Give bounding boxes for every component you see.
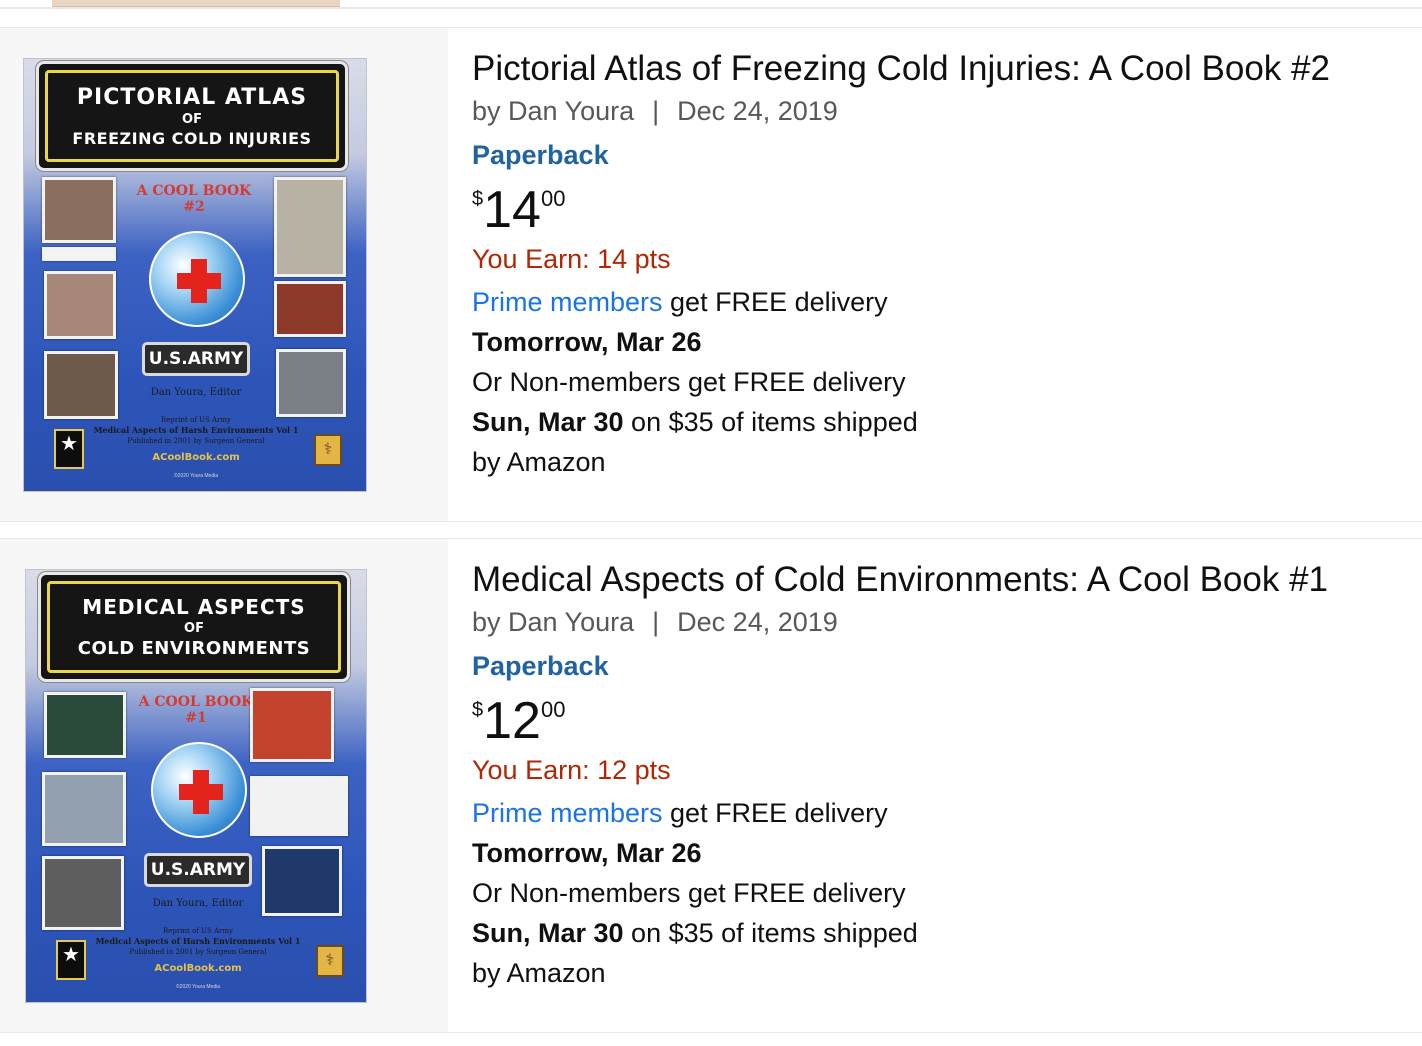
cover-series-label: A COOL BOOK #2 — [136, 183, 252, 215]
surgeon-general-crest-icon: ⚕ — [316, 945, 344, 977]
cover-photo — [44, 271, 116, 339]
cover-photo — [274, 281, 346, 337]
price-whole: 12 — [483, 692, 541, 750]
search-result: MEDICAL ASPECTS OF COLD ENVIRONMENTS A C… — [0, 538, 1422, 1033]
delivery-info: Prime members get FREE delivery Tomorrow… — [472, 793, 1422, 993]
byline: by Dan Youra | Dec 24, 2019 — [472, 605, 1422, 639]
cover-title-plate: PICTORIAL ATLAS OF FREEZING COLD INJURIE… — [36, 61, 348, 171]
result-info: Pictorial Atlas of Freezing Cold Injurie… — [448, 28, 1422, 521]
format-link-paperback[interactable]: Paperback — [472, 649, 1422, 683]
cover-photo — [44, 351, 118, 419]
cover-photo — [44, 692, 126, 758]
cover-photo — [42, 856, 124, 930]
price-whole: 14 — [483, 181, 541, 239]
cover-editor: Dan Youra, Editor — [150, 387, 242, 398]
nonmember-condition: on $35 of items shipped — [623, 407, 918, 437]
delivery-info: Prime members get FREE delivery Tomorrow… — [472, 282, 1422, 482]
army-star-icon: ★ — [56, 940, 86, 980]
nonmember-delivery-text: Or Non-members get FREE delivery — [472, 367, 906, 397]
cover-title-line: OF — [184, 621, 204, 636]
price[interactable]: $12 00 — [472, 691, 1422, 750]
price-fraction: 00 — [540, 697, 566, 722]
points-earned: You Earn: 14 pts — [472, 244, 671, 274]
cover-photo — [250, 776, 348, 836]
cover-title-line: OF — [182, 111, 202, 127]
cover-title-line: FREEZING COLD INJURIES — [72, 128, 312, 148]
prime-delivery-date: Tomorrow, Mar 26 — [472, 327, 702, 357]
cover-website: ACoolBook.com — [152, 452, 240, 463]
byline-separator: | — [652, 607, 660, 637]
globe-red-cross-icon — [149, 231, 245, 327]
price-fraction: 00 — [540, 186, 566, 211]
us-army-badge: U.S.ARMY — [144, 853, 252, 887]
cover-title-line: PICTORIAL ATLAS — [76, 84, 308, 110]
product-title-link[interactable]: Medical Aspects of Cold Environments: A … — [472, 559, 1422, 601]
cover-title-line: MEDICAL ASPECTS — [82, 595, 306, 619]
product-title-link[interactable]: Pictorial Atlas of Freezing Cold Injurie… — [472, 48, 1422, 90]
shipped-by: by Amazon — [472, 958, 606, 988]
cover-copyright: ©2020 Youra Media — [176, 984, 220, 990]
author: by Dan Youra — [472, 607, 635, 637]
cover-photo — [42, 772, 126, 846]
previous-result-thumbnail[interactable] — [52, 0, 340, 7]
book-cover-image[interactable]: PICTORIAL ATLAS OF FREEZING COLD INJURIE… — [23, 58, 367, 492]
prime-members-link[interactable]: Prime members — [472, 287, 663, 317]
prime-members-link[interactable]: Prime members — [472, 798, 663, 828]
previous-result-edge — [0, 0, 1422, 14]
cover-photo — [276, 349, 346, 417]
us-army-badge: U.S.ARMY — [142, 342, 250, 376]
format-link-paperback[interactable]: Paperback — [472, 138, 1422, 172]
cover-photo — [262, 846, 342, 916]
result-image-column: MEDICAL ASPECTS OF COLD ENVIRONMENTS A C… — [0, 539, 448, 1032]
nonmember-condition: on $35 of items shipped — [623, 918, 918, 948]
divider — [0, 7, 1422, 9]
cover-website: ACoolBook.com — [154, 963, 242, 974]
byline: by Dan Youra | Dec 24, 2019 — [472, 94, 1422, 128]
prime-delivery-text: get FREE delivery — [662, 287, 888, 317]
surgeon-general-crest-icon: ⚕ — [314, 434, 342, 466]
price[interactable]: $14 00 — [472, 180, 1422, 239]
army-star-icon: ★ — [54, 429, 84, 469]
cover-photo — [250, 688, 334, 762]
points-earned: You Earn: 12 pts — [472, 755, 671, 785]
nonmember-delivery-date: Sun, Mar 30 — [472, 918, 624, 948]
prime-delivery-text: get FREE delivery — [662, 798, 888, 828]
cover-reprint-text: Reprint of US Army Medical Aspects of Ha… — [93, 416, 299, 445]
cover-title-plate: MEDICAL ASPECTS OF COLD ENVIRONMENTS — [38, 572, 350, 682]
shipped-by: by Amazon — [472, 447, 606, 477]
globe-red-cross-icon — [151, 742, 247, 838]
book-cover-image[interactable]: MEDICAL ASPECTS OF COLD ENVIRONMENTS A C… — [25, 569, 367, 1003]
search-result: PICTORIAL ATLAS OF FREEZING COLD INJURIE… — [0, 27, 1422, 522]
nonmember-delivery-date: Sun, Mar 30 — [472, 407, 624, 437]
cover-reprint-text: Reprint of US Army Medical Aspects of Ha… — [95, 927, 301, 956]
result-info: Medical Aspects of Cold Environments: A … — [448, 539, 1422, 1032]
prime-delivery-date: Tomorrow, Mar 26 — [472, 838, 702, 868]
cover-copyright: ©2020 Youra Media — [174, 473, 218, 479]
author: by Dan Youra — [472, 96, 635, 126]
price-symbol: $ — [472, 699, 484, 721]
cover-editor: Dan Youra, Editor — [152, 898, 244, 909]
result-image-column: PICTORIAL ATLAS OF FREEZING COLD INJURIE… — [0, 28, 448, 521]
publish-date: Dec 24, 2019 — [677, 607, 838, 637]
cover-series-label: A COOL BOOK #1 — [138, 694, 254, 726]
nonmember-delivery-text: Or Non-members get FREE delivery — [472, 878, 906, 908]
price-symbol: $ — [472, 188, 484, 210]
publish-date: Dec 24, 2019 — [677, 96, 838, 126]
byline-separator: | — [652, 96, 660, 126]
cover-caption — [42, 247, 116, 261]
cover-photo — [42, 177, 116, 243]
cover-photo — [274, 177, 346, 277]
cover-title-line: COLD ENVIRONMENTS — [77, 638, 311, 659]
